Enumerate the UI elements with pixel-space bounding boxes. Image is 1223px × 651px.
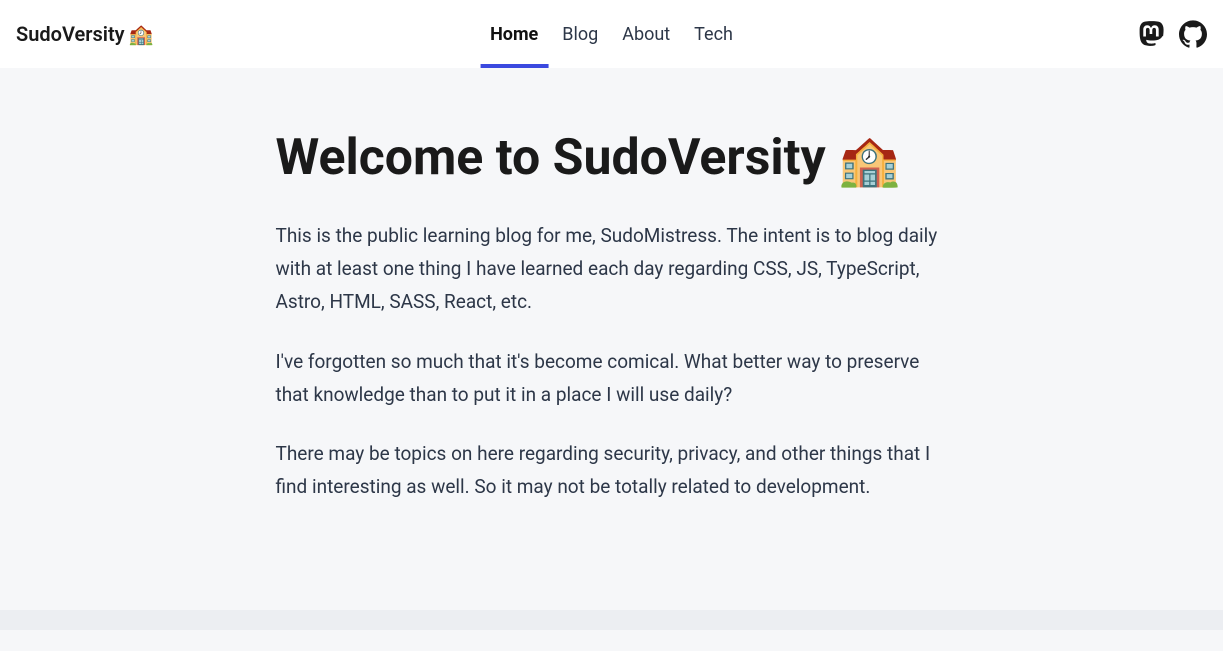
brand-name: SudoVersity <box>16 22 125 46</box>
page-title: Welcome to SudoVersity 🏫 <box>276 128 948 191</box>
nav-blog-label: Blog <box>562 24 598 45</box>
nav-tech-label: Tech <box>694 24 733 45</box>
brand-link[interactable]: SudoVersity 🏫 <box>16 22 154 46</box>
nav-about-label: About <box>622 24 670 45</box>
github-icon <box>1179 20 1207 48</box>
school-icon: 🏫 <box>129 22 154 46</box>
mastodon-icon <box>1137 20 1165 48</box>
nav-home-label: Home <box>490 24 538 45</box>
page-title-text: Welcome to SudoVersity <box>276 129 826 187</box>
footer-spacer <box>0 610 1223 630</box>
github-link[interactable] <box>1179 20 1207 48</box>
nav-blog[interactable]: Blog <box>550 0 610 68</box>
intro-paragraph-1: This is the public learning blog for me,… <box>276 219 948 319</box>
school-icon: 🏫 <box>838 132 900 190</box>
intro-paragraph-2: I've forgotten so much that it's become … <box>276 345 948 412</box>
nav-about[interactable]: About <box>610 0 682 68</box>
top-navigation: SudoVersity 🏫 Home Blog About Tech <box>0 0 1223 68</box>
nav-tech[interactable]: Tech <box>682 0 745 68</box>
social-links <box>1137 20 1207 48</box>
primary-nav: Home Blog About Tech <box>478 0 745 68</box>
intro-paragraph-3: There may be topics on here regarding se… <box>276 437 948 504</box>
nav-home[interactable]: Home <box>478 0 550 68</box>
mastodon-link[interactable] <box>1137 20 1165 48</box>
main-content: Welcome to SudoVersity 🏫 This is the pub… <box>252 68 972 610</box>
